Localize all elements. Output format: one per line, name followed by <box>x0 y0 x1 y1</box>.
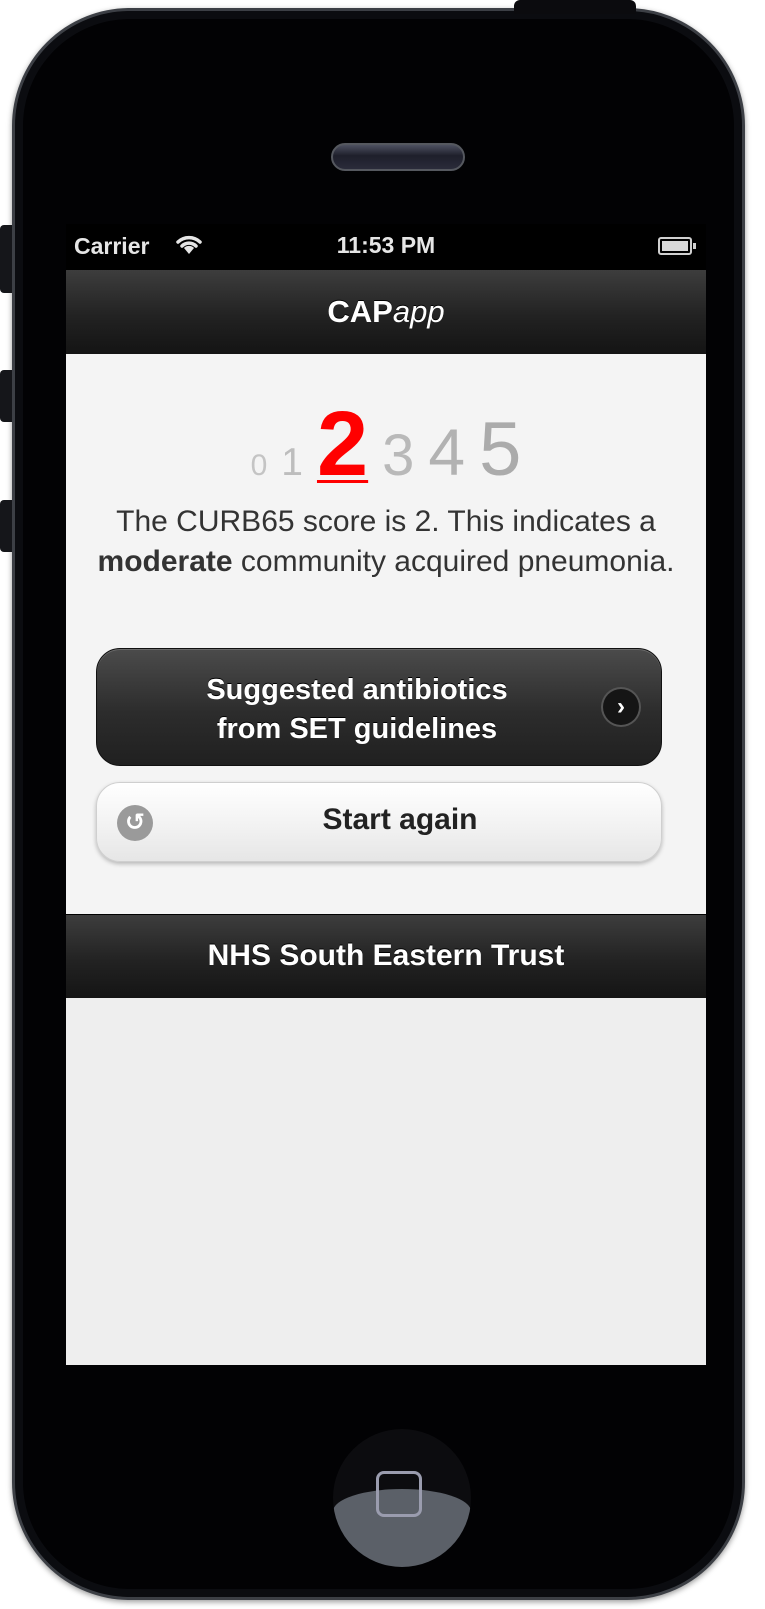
suggested-antibiotics-button[interactable]: Suggested antibiotics from SET guideline… <box>96 648 662 766</box>
mute-switch[interactable] <box>0 225 12 293</box>
score-option-1: 1 <box>281 441 303 484</box>
score-option-4: 4 <box>428 415 466 489</box>
suggested-antibiotics-label: Suggested antibiotics from SET guideline… <box>97 671 617 749</box>
screen: Carrier 11:53 PM CAPapp 012345 The CURB6… <box>66 224 706 1365</box>
footer-bar: NHS South Eastern Trust <box>66 914 706 1000</box>
status-bar: Carrier 11:53 PM <box>66 224 706 270</box>
suggested-antibiotics-line2: from SET guidelines <box>216 713 498 745</box>
footer-label: NHS South Eastern Trust <box>207 939 565 972</box>
score-option-3: 3 <box>382 423 415 488</box>
earpiece-speaker <box>331 143 465 171</box>
result-content: 012345 The CURB65 score is 2. This indic… <box>66 354 706 922</box>
score-description: The CURB65 score is 2. This indicates a … <box>86 502 686 582</box>
home-square-icon <box>376 1471 422 1517</box>
description-suffix: community acquired pneumonia. <box>240 545 675 578</box>
start-again-button[interactable]: ↺ Start again <box>96 782 662 862</box>
score-scale: 012345 <box>66 392 706 495</box>
score-option-2-selected: 2 <box>316 393 369 495</box>
description-prefix: The CURB65 score is 2. This indicates a <box>116 505 656 538</box>
start-again-label: Start again <box>322 803 478 836</box>
battery-fill <box>662 241 688 251</box>
chevron-right-icon: › <box>603 689 639 725</box>
score-option-0: 0 <box>250 449 268 482</box>
power-button[interactable] <box>514 0 636 14</box>
volume-up-button[interactable] <box>0 370 12 422</box>
app-title-italic: app <box>392 294 445 329</box>
app-title: CAPapp <box>66 294 706 330</box>
home-button[interactable] <box>333 1429 471 1567</box>
suggested-antibiotics-line1: Suggested antibiotics <box>206 674 508 706</box>
score-option-5: 5 <box>479 407 522 492</box>
severity-label: moderate <box>97 545 233 578</box>
nav-bar: CAPapp <box>66 270 706 355</box>
volume-down-button[interactable] <box>0 500 12 552</box>
empty-area <box>66 998 706 1365</box>
app-title-bold: CAP <box>327 294 393 329</box>
battery-icon <box>658 237 696 255</box>
status-time: 11:53 PM <box>336 232 436 258</box>
